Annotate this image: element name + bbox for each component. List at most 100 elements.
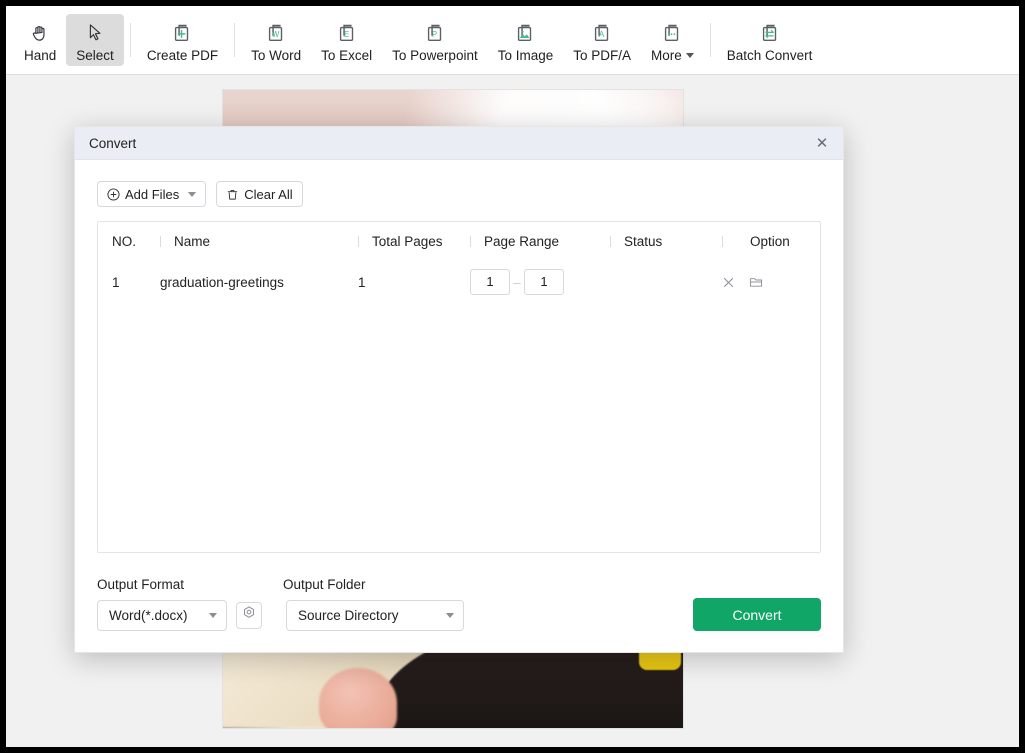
column-divider [160,235,161,247]
table-header-status: Status [610,234,722,249]
toolbar-item-label: Select [76,47,114,63]
output-format-label: Output Format [97,577,185,592]
main-toolbar: Hand Select Create PDF W To Word E To Excel P To… [6,6,1019,75]
toolbar-item-label: Create PDF [146,47,219,63]
table-header-label: NO. [112,233,137,249]
clear-all-button[interactable]: Clear All [216,181,303,207]
toolbar-item-label: Hand [24,47,57,63]
table-header-page-range: Page Range [470,234,610,249]
hand-icon [29,18,51,44]
table-header-label: Name [174,233,211,249]
column-divider [470,235,471,247]
convert-dialog: Convert ✕ Add Files Clear All NO. Name T… [74,126,844,653]
toolbar-item-to-excel[interactable]: E To Excel [311,14,382,66]
to-excel-icon: E [336,18,358,44]
chevron-down-icon [209,613,217,618]
column-divider [610,235,611,247]
page-range-from-input[interactable]: 1 [470,269,510,295]
toolbar-separator [129,23,131,57]
toolbar-separator [234,23,236,57]
table-header-label: Status [624,233,663,249]
to-ppt-icon: P [424,18,446,44]
column-divider [722,235,723,247]
dialog-title: Convert [89,135,137,151]
toolbar-item-label: To Word [251,47,302,63]
toolbar-item-hand[interactable]: Hand [14,14,66,66]
table-header-label: Option [750,233,790,249]
row-options [722,275,812,289]
svg-text:W: W [272,30,280,39]
plus-circle-icon [107,187,120,201]
remove-file-icon[interactable] [722,276,735,289]
toolbar-item-label: To Powerpoint [392,47,478,63]
toolbar-item-to-word[interactable]: W To Word [241,14,311,66]
svg-text:E: E [344,30,349,39]
toolbar-item-to-powerpoint[interactable]: P To Powerpoint [382,14,488,66]
add-files-button[interactable]: Add Files [97,181,207,207]
footer-labels: Output Format Output Folder [97,577,821,592]
table-header-label: Page Range [484,233,560,249]
close-icon[interactable]: ✕ [809,132,835,154]
row-page-range: 1–1 [470,269,610,295]
toolbar-items: Hand Select Create PDF W To Word E To Excel P To… [6,6,1019,74]
to-image-icon [514,18,536,44]
convert-button[interactable]: Convert [693,598,821,631]
dialog-footer: Output Format Output Folder Word(*.docx) [97,577,821,631]
chevron-down-icon[interactable] [188,191,197,197]
footer-controls: Word(*.docx) Source Directory Convert [97,598,821,631]
dialog-body: Add Files Clear All NO. Name Total Pages… [75,160,843,653]
app-window: Hand Select Create PDF W To Word E To Excel P To… [6,6,1019,747]
table-row[interactable]: 1 graduation-greetings 1 1–1 [98,260,820,304]
toolbar-item-to-image[interactable]: To Image [488,14,564,66]
svg-text:P: P [432,30,437,39]
dialog-title-bar: Convert ✕ [75,127,843,160]
toolbar-item-label: More [651,48,694,64]
table-header-row: NO. Name Total Pages Page Range Status Option [98,222,820,260]
photo-hand-detail [319,668,397,728]
create-pdf-icon [171,18,193,44]
table-header-total-pages: Total Pages [358,234,470,249]
page-range-dash: – [513,274,521,290]
chevron-down-icon [446,613,454,618]
row-total-pages: 1 [358,274,366,290]
table-header-no: NO. [112,234,160,249]
output-folder-label: Output Folder [283,577,366,592]
cursor-icon [84,18,106,44]
toolbar-item-create-pdf[interactable]: Create PDF [137,14,228,66]
table-body: 1 graduation-greetings 1 1–1 [98,260,820,304]
toolbar-item-label: To Excel [321,47,373,63]
batch-convert-icon [759,18,781,44]
output-format-value: Word(*.docx) [109,608,188,623]
toolbar-item-more[interactable]: More [641,14,704,66]
trash-icon [226,188,239,201]
more-icon [661,18,683,44]
gear-icon [241,605,257,626]
clear-all-label: Clear All [244,186,293,202]
to-word-icon: W [265,18,287,44]
svg-text:A: A [599,30,605,39]
dialog-actions: Add Files Clear All [97,160,821,207]
output-folder-value: Source Directory [298,608,399,623]
toolbar-item-to-pdf-a[interactable]: A To PDF/A [563,14,641,66]
toolbar-item-label: To Image [497,47,554,63]
convert-button-label: Convert [732,606,782,623]
toolbar-separator [709,23,711,57]
add-files-label: Add Files [125,186,180,202]
column-divider [358,235,359,247]
toolbar-item-select[interactable]: Select [66,14,124,66]
row-file-name: graduation-greetings [160,274,284,290]
file-table: NO. Name Total Pages Page Range Status Option… [97,221,821,553]
toolbar-item-batch-convert[interactable]: Batch Convert [717,14,823,66]
table-header-name: Name [160,234,358,249]
table-header-label: Total Pages [372,233,443,249]
output-format-select[interactable]: Word(*.docx) [97,600,227,631]
format-settings-button[interactable] [236,602,262,629]
document-viewer[interactable]: Convert ✕ Add Files Clear All NO. Name T… [6,75,1019,747]
output-folder-select[interactable]: Source Directory [286,600,464,631]
toolbar-item-label: To PDF/A [573,47,632,63]
toolbar-item-label: Batch Convert [726,47,813,63]
open-folder-icon[interactable] [749,275,763,289]
page-range-to-input[interactable]: 1 [524,269,564,295]
table-header-option: Option [722,234,812,249]
row-number: 1 [112,274,120,290]
